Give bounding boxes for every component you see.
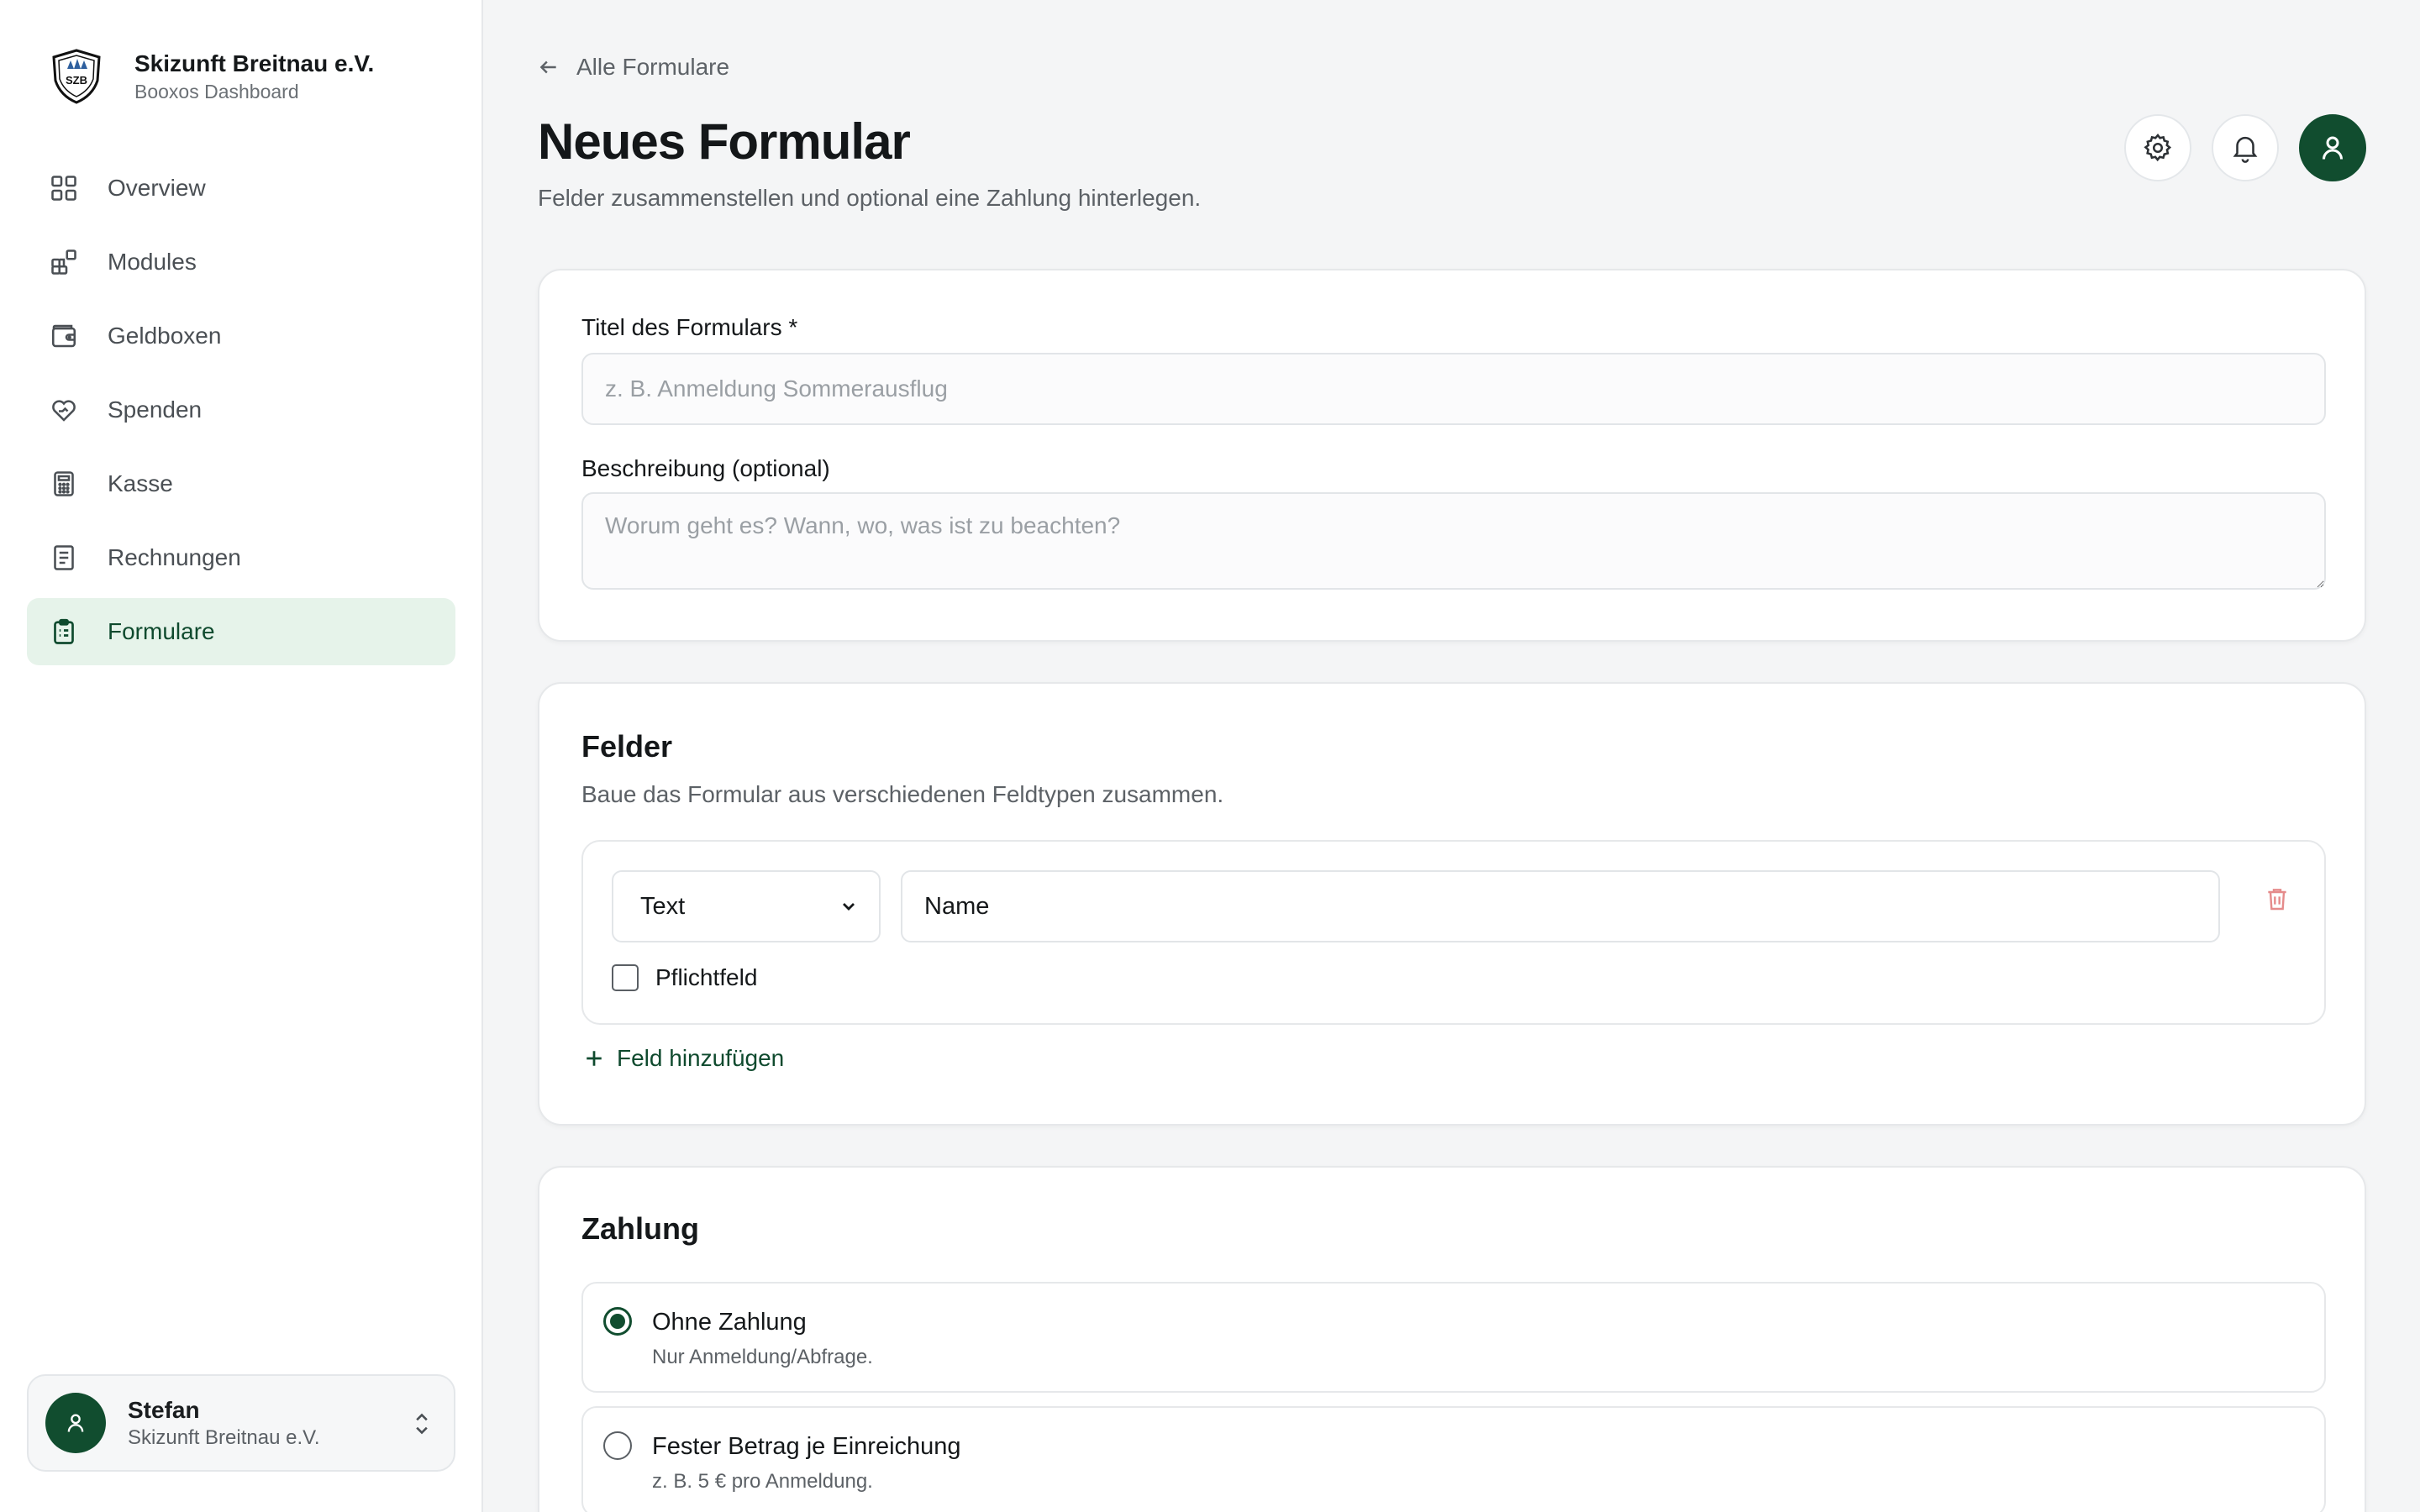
field-type-value: Text	[640, 892, 686, 920]
add-field-button[interactable]: Feld hinzufügen	[581, 1045, 784, 1072]
modules-icon	[47, 245, 81, 279]
payment-option-fixed[interactable]: Fester Betrag je Einreichung z. B. 5 € p…	[581, 1406, 2326, 1512]
back-link[interactable]: Alle Formulare	[538, 54, 729, 81]
add-field-label: Feld hinzufügen	[617, 1045, 785, 1071]
user-icon	[2323, 136, 2343, 160]
calculator-icon	[47, 467, 81, 501]
fields-title: Felder	[581, 729, 673, 764]
user-icon	[67, 1414, 84, 1432]
sidebar-item-rechnungen[interactable]: Rechnungen	[27, 524, 455, 591]
sidebar-item-label: Kasse	[108, 470, 173, 496]
payment-card: Zahlung Ohne Zahlung Nur Anmeldung/Abfra…	[538, 1166, 2366, 1512]
wallet-icon	[47, 319, 81, 353]
sidebar-item-label: Formulare	[108, 618, 215, 644]
receipt-icon	[47, 541, 81, 575]
chevron-up-down-icon	[416, 1413, 428, 1435]
avatar	[45, 1393, 106, 1453]
user-org: Skizunft Breitnau e.V.	[128, 1426, 320, 1449]
required-label: Pflichtfeld	[655, 964, 758, 990]
page-subtitle: Felder zusammenstellen und optional eine…	[538, 185, 1202, 211]
plus-icon	[587, 1051, 602, 1066]
trash-icon[interactable]	[2264, 885, 2291, 912]
sidebar-item-overview[interactable]: Overview	[27, 155, 455, 222]
fields-subtitle: Baue das Formular aus verschiedenen Feld…	[581, 781, 1224, 807]
club-crest-icon: SZB	[52, 49, 101, 104]
sidebar-item-formulare[interactable]: Formulare	[27, 598, 455, 665]
heart-hand-icon	[47, 393, 81, 427]
sidebar-item-geldboxen[interactable]: Geldboxen	[27, 302, 455, 370]
payment-option-none[interactable]: Ohne Zahlung Nur Anmeldung/Abfrage.	[581, 1282, 2326, 1393]
payment-option-title: Ohne Zahlung	[652, 1309, 807, 1336]
sidebar-item-label: Rechnungen	[108, 544, 241, 570]
form-meta-card: Titel des Formulars * Beschreibung (opti…	[538, 269, 2366, 642]
notifications-button[interactable]	[2212, 114, 2279, 181]
description-textarea[interactable]	[581, 492, 2326, 590]
field-row: Text Name Pflichtfeld	[581, 840, 2326, 1025]
sidebar-item-spenden[interactable]: Spenden	[27, 376, 455, 444]
grid-icon	[47, 171, 81, 205]
gear-icon	[2144, 133, 2172, 162]
payment-title: Zahlung	[581, 1211, 699, 1246]
payment-radio-none[interactable]	[603, 1307, 632, 1336]
brand[interactable]: SZB Skizunft Breitnau e.V. Booxos Dashbo…	[47, 47, 374, 106]
payment-option-desc: z. B. 5 € pro Anmeldung.	[652, 1470, 873, 1493]
sidebar-item-kasse[interactable]: Kasse	[27, 450, 455, 517]
description-label: Beschreibung (optional)	[581, 455, 830, 481]
arrow-left-icon	[539, 60, 556, 74]
brand-subtitle: Booxos Dashboard	[134, 81, 299, 102]
payment-option-desc: Nur Anmeldung/Abfrage.	[652, 1346, 873, 1368]
required-checkbox-row[interactable]: Pflichtfeld	[612, 964, 757, 991]
sidebar-item-modules[interactable]: Modules	[27, 228, 455, 296]
sidebar-item-label: Spenden	[108, 396, 203, 423]
sidebar-item-label: Geldboxen	[108, 323, 222, 349]
sidebar-item-label: Overview	[108, 175, 206, 201]
sidebar-nav: Overview Modules Geldboxen Spenden Kasse	[27, 155, 455, 672]
top-actions	[2104, 114, 2366, 181]
brand-name: Skizunft Breitnau e.V.	[134, 50, 375, 76]
user-switcher[interactable]: Stefan Skizunft Breitnau e.V.	[27, 1374, 455, 1472]
required-checkbox[interactable]	[612, 964, 639, 991]
settings-button[interactable]	[2124, 114, 2191, 181]
page-title: Neues Formular	[538, 113, 911, 170]
field-name-value: Name	[924, 892, 990, 920]
field-name-input[interactable]: Name	[901, 870, 2220, 942]
fields-card: Felder Baue das Formular aus verschieden…	[538, 682, 2366, 1126]
user-name: Stefan	[128, 1397, 200, 1423]
title-input[interactable]	[581, 353, 2326, 425]
payment-option-title: Fester Betrag je Einreichung	[652, 1433, 961, 1460]
payment-radio-fixed[interactable]	[603, 1431, 632, 1460]
svg-text:SZB: SZB	[66, 74, 87, 87]
back-link-label: Alle Formulare	[576, 54, 730, 80]
bell-icon	[2233, 136, 2258, 163]
sidebar: SZB Skizunft Breitnau e.V. Booxos Dashbo…	[0, 0, 483, 1512]
title-label: Titel des Formulars *	[581, 314, 798, 340]
field-type-select[interactable]: Text	[612, 870, 881, 942]
clipboard-icon	[47, 615, 81, 648]
account-button[interactable]	[2299, 114, 2366, 181]
chevron-down-icon	[843, 903, 855, 911]
sidebar-item-label: Modules	[108, 249, 197, 275]
